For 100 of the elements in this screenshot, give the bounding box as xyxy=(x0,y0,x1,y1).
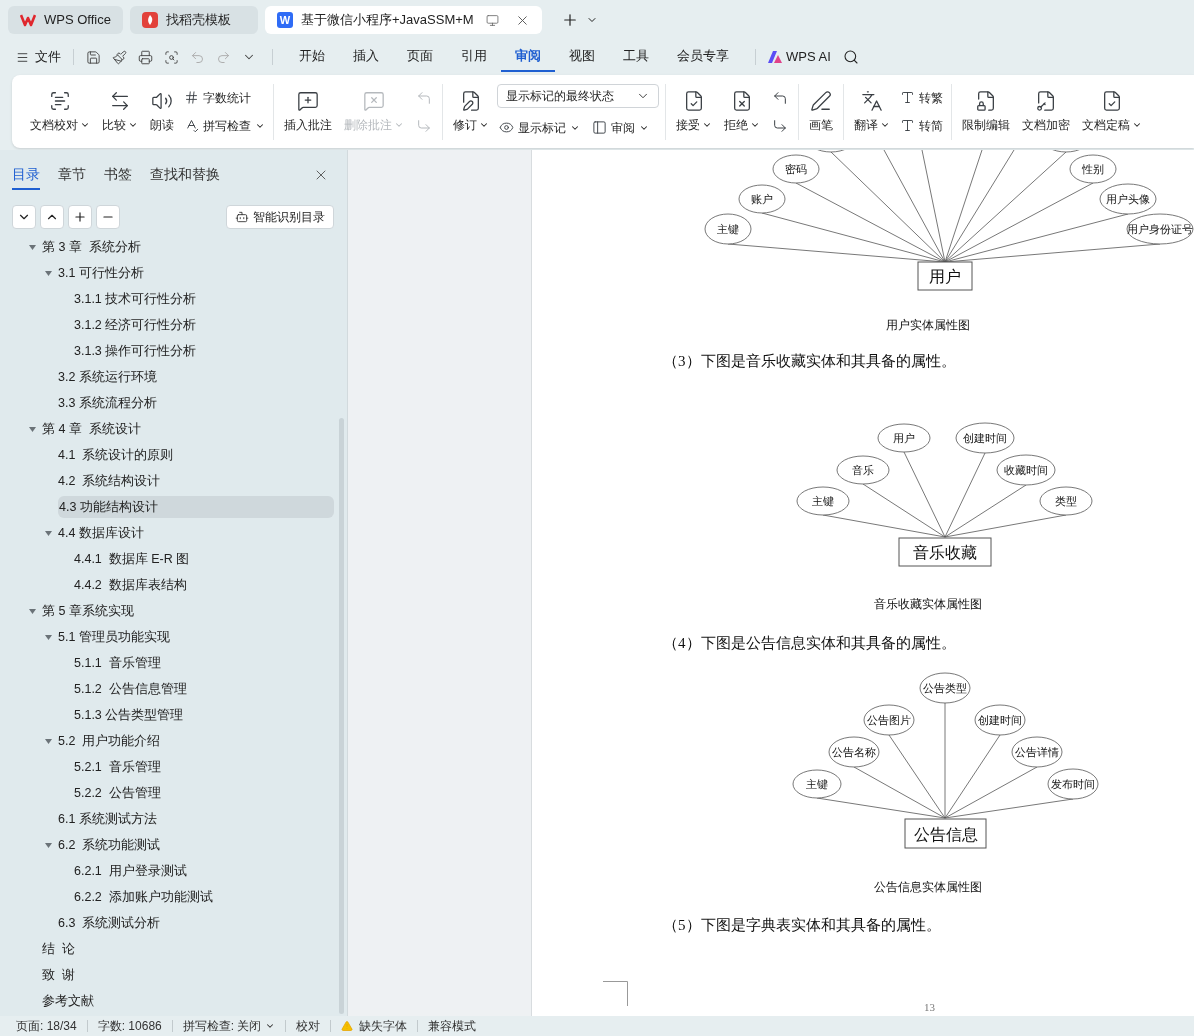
toc-item[interactable]: 第 3 章 系统分析 xyxy=(42,236,141,258)
toc-item[interactable]: 5.2.2 公告管理 xyxy=(74,782,161,804)
expand-triangle-icon[interactable] xyxy=(28,242,37,252)
sidebar-tab[interactable]: 书签 xyxy=(104,160,132,190)
ribbon-button[interactable]: 文档校对 xyxy=(26,81,94,142)
toc-item[interactable]: 4.4 数据库设计 xyxy=(58,522,144,544)
toc-item[interactable]: 6.1 系统测试方法 xyxy=(58,808,157,830)
expand-triangle-icon[interactable] xyxy=(28,606,37,616)
toc-item[interactable]: 5.1.1 音乐管理 xyxy=(74,652,161,674)
toc-item[interactable]: 5.2.1 音乐管理 xyxy=(74,756,161,778)
toc-item[interactable]: 3.3 系统流程分析 xyxy=(58,392,157,414)
toc-item[interactable]: 3.1.3 操作可行性分析 xyxy=(74,340,197,362)
menu-icon[interactable] xyxy=(16,50,29,64)
menu-tab[interactable]: 工具 xyxy=(609,42,663,72)
ribbon-button[interactable]: 字数统计 xyxy=(182,85,267,110)
attribute-node: 公告图片 xyxy=(863,704,915,736)
toc-item[interactable]: 结 论 xyxy=(42,938,75,960)
toc-item[interactable]: 4.2 系统结构设计 xyxy=(58,470,161,492)
menu-tab[interactable]: 插入 xyxy=(339,42,393,72)
toc-item[interactable]: 3.1.1 技术可行性分析 xyxy=(74,288,197,310)
attribute-node: 主键 xyxy=(792,769,842,799)
menu-tab[interactable]: 引用 xyxy=(447,42,501,72)
toc-item[interactable]: 6.2.2 添加账户功能测试 xyxy=(74,886,213,908)
ribbon-button[interactable]: 拒绝 xyxy=(720,81,764,142)
toc-item[interactable]: 5.1.3 公告类型管理 xyxy=(74,704,184,726)
toc-item[interactable]: 5.2 用户功能介绍 xyxy=(58,730,161,752)
menu-tab[interactable]: 页面 xyxy=(393,42,447,72)
ribbon-button[interactable]: 显示标记 xyxy=(497,115,582,140)
ribbon-button[interactable]: 转简 xyxy=(898,113,945,138)
ribbon-button[interactable]: 文档加密 xyxy=(1018,81,1074,142)
toc-item[interactable]: 4.4.1 数据库 E-R 图 xyxy=(74,548,190,570)
markup-select[interactable]: 显示标记的最终状态 xyxy=(497,83,659,108)
expand-triangle-icon[interactable] xyxy=(44,840,53,850)
attribute-node: 创建时间 xyxy=(955,422,1015,454)
smart-toc-button[interactable]: 智能识别目录 xyxy=(226,205,334,229)
word-count[interactable]: 字数: 10686 xyxy=(97,1017,162,1035)
menu-tab[interactable]: 开始 xyxy=(285,42,339,72)
missing-font-button[interactable]: 缺失字体 xyxy=(341,1017,408,1035)
figure-caption: 用户实体属性图 xyxy=(886,317,970,334)
toc-item[interactable]: 参考文献 xyxy=(42,990,94,1012)
toc-item[interactable]: 3.2 系统运行环境 xyxy=(58,366,157,388)
window-tab[interactable]: W 基于微信小程序+JavaSSM+M xyxy=(265,6,542,34)
expand-triangle-icon[interactable] xyxy=(44,736,53,746)
toc-item[interactable]: 致 谢 xyxy=(42,964,75,986)
expand-triangle-icon[interactable] xyxy=(28,424,37,434)
ai-button[interactable]: WPS AI xyxy=(768,47,831,67)
ribbon-button[interactable]: 接受 xyxy=(672,81,716,142)
ribbon-button[interactable]: 审阅 xyxy=(590,115,651,140)
ribbon-button[interactable]: 限制编辑 xyxy=(958,81,1014,142)
toc-tool-button[interactable] xyxy=(12,205,36,229)
spell-check-icon xyxy=(184,118,199,133)
window-tab[interactable]: WPS Office xyxy=(8,6,123,34)
toc-item[interactable]: 第 5 章系统实现 xyxy=(42,600,134,622)
sidebar-tab[interactable]: 查找和替换 xyxy=(150,160,220,190)
save-icon[interactable] xyxy=(86,49,101,65)
window-tab[interactable]: 找稻壳模板 xyxy=(130,6,258,34)
ribbon-button[interactable]: 拼写检查 xyxy=(182,113,267,138)
ribbon-button[interactable]: 文档定稿 xyxy=(1078,81,1146,142)
menu-tab[interactable]: 审阅 xyxy=(501,42,555,72)
sidebar-tab[interactable]: 目录 xyxy=(12,160,40,190)
toc-item[interactable]: 6.3 系统测试分析 xyxy=(58,912,161,934)
toc-tool-button[interactable] xyxy=(96,205,120,229)
search-icon[interactable] xyxy=(842,49,859,65)
page-count[interactable]: 页面: 18/34 xyxy=(16,1017,77,1035)
toc-item[interactable]: 第 4 章 系统设计 xyxy=(42,418,141,440)
menu-tab[interactable]: 会员专享 xyxy=(663,42,743,72)
toc-tool-button[interactable] xyxy=(68,205,92,229)
toc-item[interactable]: 3.1.2 经济可行性分析 xyxy=(74,314,197,336)
ribbon-button[interactable]: 比较 xyxy=(98,81,142,142)
toc-tool-button[interactable] xyxy=(40,205,64,229)
file-pen-icon xyxy=(460,89,482,112)
preview-icon[interactable] xyxy=(164,49,179,65)
file-menu[interactable]: 文件 xyxy=(35,47,61,67)
toc-item[interactable]: 3.1 可行性分析 xyxy=(58,262,144,284)
toc-item[interactable]: 6.2 系统功能测试 xyxy=(58,834,161,856)
expand-triangle-icon[interactable] xyxy=(44,528,53,538)
ribbon-button[interactable]: 修订 xyxy=(449,81,493,142)
menu-tab[interactable]: 视图 xyxy=(555,42,609,72)
entity-box: 音乐收藏 xyxy=(898,537,992,567)
attribute-node: 公告类型 xyxy=(919,672,971,704)
sidebar-tab[interactable]: 章节 xyxy=(58,160,86,190)
toc-item[interactable]: 4.3 功能结构设计 xyxy=(58,496,334,518)
ribbon-button[interactable]: 翻译 xyxy=(850,81,894,142)
toc-item[interactable]: 5.1 管理员功能实现 xyxy=(58,626,170,648)
toc-item[interactable]: 5.1.2 公告信息管理 xyxy=(74,678,187,700)
ribbon-button[interactable]: 朗读 xyxy=(146,81,178,142)
toc-item[interactable]: 4.1 系统设计的原则 xyxy=(58,444,174,466)
expand-triangle-icon[interactable] xyxy=(44,632,53,642)
ribbon-button[interactable]: 画笔 xyxy=(805,81,837,142)
ribbon-button[interactable]: 插入批注 xyxy=(280,81,336,142)
proofread-button[interactable]: 校对 xyxy=(296,1017,321,1035)
spell-check-status[interactable]: 拼写检查: 关闭 xyxy=(182,1017,276,1035)
toc-item[interactable]: 6.2.1 用户登录测试 xyxy=(74,860,187,882)
expand-triangle-icon[interactable] xyxy=(44,268,53,278)
printer-icon[interactable] xyxy=(138,49,153,65)
brush-icon[interactable] xyxy=(112,49,127,65)
figure-caption: 音乐收藏实体属性图 xyxy=(874,596,982,613)
toc-item[interactable]: 4.4.2 数据库表结构 xyxy=(74,574,187,596)
entity-box: 公告信息 xyxy=(904,818,987,849)
ribbon-button[interactable]: 转繁 xyxy=(898,85,945,110)
